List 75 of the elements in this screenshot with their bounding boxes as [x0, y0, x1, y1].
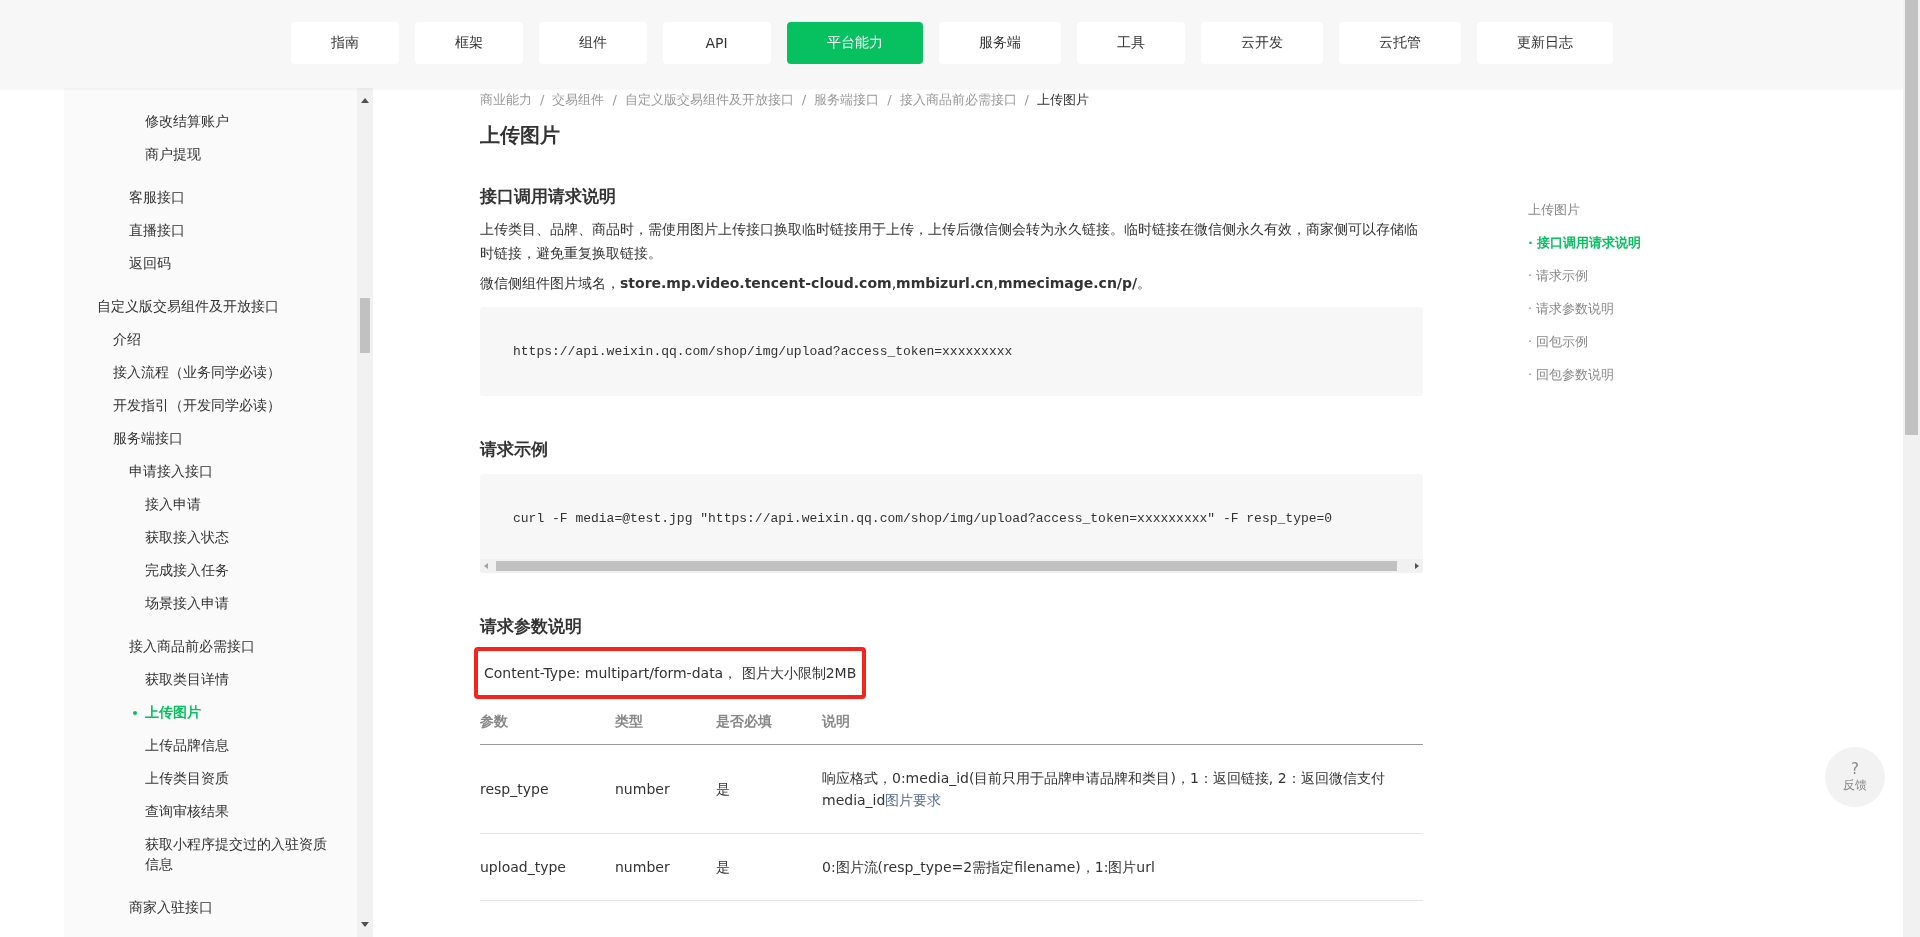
- sidebar-item[interactable]: 获取接入状态: [145, 521, 239, 554]
- breadcrumb-link[interactable]: 上传图片: [1036, 91, 1089, 109]
- sidebar-item[interactable]: 场景接入申请: [145, 587, 239, 620]
- sidebar-item[interactable]: 客服接口: [129, 181, 195, 214]
- sidebar-item[interactable]: 开发指引（开发同学必读）: [113, 389, 291, 422]
- breadcrumb-separator: /: [887, 91, 892, 109]
- table-cell: 响应格式，0:media_id(目前只用于品牌申请品牌和类目)，1：返回链接, 2：返回微信支付media_id图片要求: [822, 744, 1423, 834]
- sidebar-item[interactable]: 修改结算账户: [145, 105, 239, 138]
- page-title: 上传图片: [480, 122, 561, 149]
- column-header: 说明: [822, 701, 1423, 745]
- sidebar-item[interactable]: 申请接入接口: [129, 455, 223, 488]
- nav-tab[interactable]: 工具: [1076, 22, 1185, 64]
- toc-item[interactable]: · 请求参数说明: [1528, 299, 1903, 319]
- scrollbar-thumb[interactable]: [360, 298, 370, 353]
- toc-item[interactable]: · 回包参数说明: [1528, 365, 1903, 385]
- table-cell: upload_type: [480, 833, 615, 901]
- toc-item[interactable]: · 回包示例: [1528, 332, 1903, 352]
- nav-tab[interactable]: 框架: [414, 22, 523, 64]
- sidebar-item[interactable]: 商家入驻接口: [129, 891, 223, 924]
- breadcrumb-separator: /: [540, 91, 545, 109]
- table-cell: 0:图片流(resp_type=2需指定filename)，1:图片url: [822, 833, 1423, 901]
- paragraph: 微信侧组件图片域名，store.mp.video.tencent-cloud.com,mmbizurl.cn,mmecimage.cn/p/。: [480, 274, 1153, 293]
- toc-item[interactable]: · 请求示例: [1528, 266, 1903, 286]
- toc-title[interactable]: 上传图片: [1528, 200, 1903, 220]
- breadcrumb-separator: /: [612, 91, 617, 109]
- nav-tab[interactable]: 云托管: [1338, 22, 1461, 64]
- sidebar-item[interactable]: 接入流程（业务同学必读）: [113, 356, 291, 389]
- nav-tab[interactable]: 组件: [538, 22, 647, 64]
- sidebar-item[interactable]: 获取小程序提交过的入驻资质信息: [145, 828, 340, 881]
- paragraph: 上传类目、品牌、商品时，需使用图片上传接口换取临时链接用于上传，上传后微信侧会转为永久链接。临时链接在微信侧永久有效，商家侧可以存储临时链接，避免重复换取链接。: [480, 220, 1419, 263]
- scrollbar-thumb[interactable]: [1905, 0, 1918, 435]
- breadcrumb-separator: /: [1024, 91, 1029, 109]
- table-cell: number: [615, 744, 716, 834]
- column-header: 是否必填: [716, 701, 822, 745]
- breadcrumb-separator: /: [801, 91, 807, 109]
- table-cell: resp_type: [480, 744, 615, 834]
- sidebar-item[interactable]: 直播接口: [129, 214, 195, 247]
- sidebar-item[interactable]: 获取类目详情: [145, 663, 239, 696]
- code-text: curl -F media=@test.jpg "https://api.weixin.qq.com/shop/img/upload?access_token=xxxxxxxxx" -F resp_type=0: [512, 510, 1334, 528]
- scroll-right-icon[interactable]: [1415, 563, 1419, 569]
- sidebar-item[interactable]: 接入商品前必需接口: [129, 630, 265, 663]
- nav-tab[interactable]: 更新日志: [1476, 22, 1613, 64]
- sidebar-item[interactable]: 查询审核结果: [145, 795, 239, 828]
- highlighted-note: Content-Type: multipart/form-data， 图片大小限制2MB: [474, 647, 867, 699]
- section-heading: 请求参数说明: [480, 615, 583, 638]
- table-cell: 是: [716, 744, 822, 834]
- column-header: 类型: [615, 701, 716, 745]
- sidebar-item[interactable]: 接入申请: [145, 488, 211, 521]
- scrollbar-thumb[interactable]: [496, 561, 1397, 571]
- doc-link[interactable]: 图片要求: [885, 792, 942, 808]
- nav-tab[interactable]: 指南: [290, 22, 399, 64]
- scroll-down-icon[interactable]: [361, 922, 369, 927]
- sidebar-item[interactable]: 自定义版交易组件及开放接口: [97, 290, 289, 323]
- nav-tab[interactable]: 服务端: [938, 22, 1061, 64]
- sidebar-item[interactable]: 返回码: [129, 247, 181, 280]
- sidebar-item[interactable]: 介绍: [113, 323, 151, 356]
- nav-tab[interactable]: 云开发: [1200, 22, 1323, 64]
- sidebar-item[interactable]: 完成接入任务: [145, 554, 239, 587]
- code-text: https://api.weixin.qq.com/shop/img/upload?access_token=xxxxxxxxx: [512, 343, 1014, 361]
- scroll-left-icon[interactable]: [484, 563, 488, 569]
- section-heading: 接口调用请求说明: [480, 185, 617, 208]
- sidebar-item[interactable]: 服务端接口: [113, 422, 193, 455]
- section-heading: 请求示例: [480, 438, 549, 461]
- sidebar-item[interactable]: 上传类目资质: [145, 762, 239, 795]
- table-cell: number: [615, 833, 716, 901]
- sidebar-item[interactable]: 商户提现: [145, 138, 211, 171]
- column-header: 参数: [480, 701, 615, 745]
- horizontal-scrollbar[interactable]: [480, 559, 1423, 573]
- feedback-label: 反馈: [1843, 777, 1867, 793]
- scroll-up-icon[interactable]: [361, 98, 369, 103]
- sidebar-scrollbar[interactable]: [357, 88, 373, 937]
- nav-tab[interactable]: API: [662, 22, 771, 64]
- table-cell: 是: [716, 833, 822, 901]
- question-mark-icon: ?: [1851, 761, 1859, 777]
- sidebar-item[interactable]: 上传品牌信息: [145, 729, 239, 762]
